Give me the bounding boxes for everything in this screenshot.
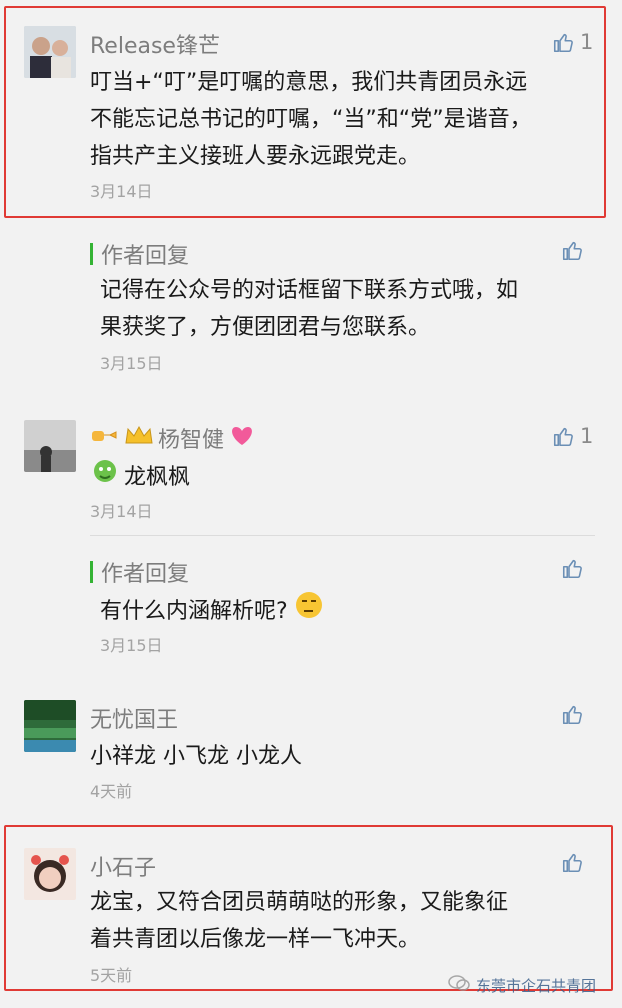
comment-author-row: 杨智健 — [90, 422, 256, 454]
reply-label: 作者回复 — [101, 562, 190, 587]
reply-header: 作者回复 — [90, 238, 189, 270]
like-button[interactable] — [562, 240, 583, 261]
pointing-hand-icon — [90, 423, 120, 453]
comment-date: 3月14日 — [90, 502, 153, 521]
thumb-up-icon — [562, 241, 582, 261]
comment-author[interactable]: 无忧国王 — [90, 702, 178, 734]
like-button[interactable] — [562, 704, 583, 725]
comment-line: 龙枫枫 — [124, 464, 191, 490]
reply-header: 作者回复 — [90, 556, 189, 588]
reply-line: 记得在公众号的对话框留下联系方式哦，如 — [100, 278, 519, 303]
reply-date: 3月15日 — [100, 636, 163, 655]
thinking-face-icon — [294, 590, 324, 632]
reply-date: 3月15日 — [100, 354, 163, 373]
watermark-text: 东莞市企石共青团 — [476, 976, 597, 995]
thumb-up-icon — [553, 427, 573, 446]
divider — [90, 535, 595, 536]
thumb-up-icon — [562, 559, 582, 579]
like-button[interactable] — [562, 558, 583, 579]
reply-text: 有什么内涵解析呢? — [100, 590, 324, 632]
reply-bar — [90, 561, 93, 583]
comment-date: 4天前 — [90, 782, 133, 801]
reply-line: 果获奖了，方便团团君与您联系。 — [100, 315, 431, 340]
highlight-box — [4, 825, 613, 991]
reply-bar — [90, 243, 93, 265]
avatar[interactable] — [24, 420, 76, 472]
reply-label: 作者回复 — [101, 244, 190, 269]
comment-text: 小祥龙 小飞龙 小龙人 — [90, 744, 302, 769]
avatar[interactable] — [24, 700, 76, 752]
heart-icon — [228, 423, 256, 453]
comment-author[interactable]: 杨智健 — [158, 422, 224, 454]
reply-text: 记得在公众号的对话框留下联系方式哦，如 果获奖了，方便团团君与您联系。 — [100, 272, 600, 346]
dragon-icon — [90, 456, 120, 498]
highlight-box — [4, 6, 606, 218]
like-count: 1 — [580, 424, 594, 448]
comment-text: 龙枫枫 — [90, 456, 190, 498]
watermark: 东莞市企石共青团 — [448, 974, 596, 996]
thumb-up-icon — [562, 705, 582, 725]
like-button[interactable]: 1 — [553, 424, 593, 448]
wechat-icon — [448, 974, 470, 996]
crown-icon — [124, 423, 154, 453]
reply-line: 有什么内涵解析呢? — [100, 598, 288, 624]
